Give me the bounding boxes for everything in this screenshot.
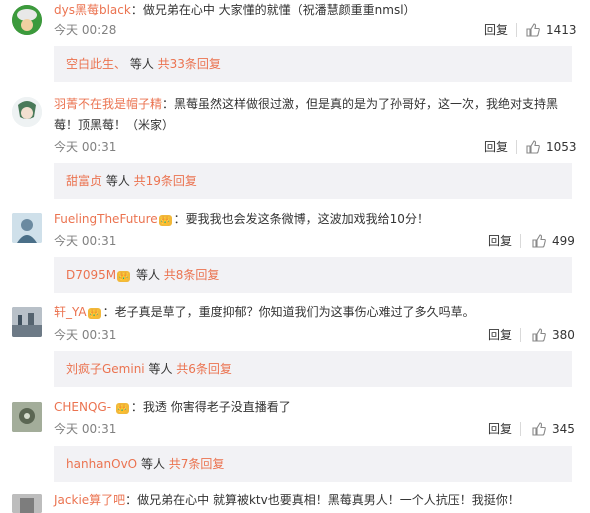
comment-body: ：做兄弟在心中 大家懂的就懂（祝潘慧颜重重nmsl） bbox=[130, 3, 416, 17]
replies-bar[interactable]: D7095M 👑 等人 共8条回复 bbox=[54, 257, 572, 293]
reply-count[interactable]: 共8条回复 bbox=[164, 268, 220, 282]
reply-count[interactable]: 共7条回复 bbox=[169, 457, 225, 471]
avatar[interactable] bbox=[12, 5, 42, 35]
divider bbox=[516, 23, 517, 37]
reply-user[interactable]: 刘疯子Gemini bbox=[66, 362, 145, 376]
member-crown-icon: 👑 bbox=[158, 215, 172, 226]
reply-count[interactable]: 共6条回复 bbox=[176, 362, 232, 376]
comment-text: 羽菁不在我是帽子精：黑莓虽然这样做很过激，但是真的是为了孙哥好，这一次，我绝对支… bbox=[54, 94, 576, 136]
like-button[interactable]: 1413 bbox=[526, 22, 586, 38]
like-button[interactable]: 1053 bbox=[526, 139, 586, 155]
comment-body: ：要我我也会发这条微博，这波加戏我给10分！ bbox=[173, 212, 429, 226]
avatar[interactable] bbox=[12, 402, 42, 432]
reply-button[interactable]: 回复 bbox=[484, 22, 508, 38]
like-count: 1413 bbox=[546, 23, 577, 37]
comment-body-line2: 莓！顶黑莓！（米家） bbox=[54, 118, 175, 132]
comment-body: ：黑莓虽然这样做很过激，但是真的是为了孙哥好，这一次，我绝对支持黑 bbox=[162, 97, 559, 111]
reply-button[interactable]: 回复 bbox=[488, 421, 512, 437]
comment-text: Jackie算了吧：做兄弟在心中 就算被ktv也要真相！黑莓真男人！一个人抗压！… bbox=[54, 490, 576, 511]
avatar[interactable] bbox=[12, 494, 42, 513]
reply-count[interactable]: 共19条回复 bbox=[134, 174, 197, 188]
reply-button[interactable]: 回复 bbox=[484, 139, 508, 155]
comment-username[interactable]: 羽菁不在我是帽子精 bbox=[54, 97, 162, 111]
comment-time: 今天 00:28 bbox=[54, 23, 117, 37]
like-button[interactable]: 345 bbox=[532, 421, 586, 437]
reply-user[interactable]: 空白此生、 bbox=[66, 57, 126, 71]
comment-time: 今天 00:31 bbox=[54, 328, 117, 342]
replies-bar[interactable]: 甜富贞 等人 共19条回复 bbox=[54, 163, 572, 199]
like-count: 1053 bbox=[546, 140, 577, 154]
comment-text: CHENQG- 👑 ：我透 你害得老子没直播看了 bbox=[54, 397, 576, 418]
comment-text: 轩_YA 👑 ：老子真是草了，重度抑郁？你知道我们为这事伤心难过了多久吗草。 bbox=[54, 302, 576, 323]
thumbs-up-icon bbox=[532, 234, 546, 248]
comment-username[interactable]: FuelingTheFuture bbox=[54, 212, 158, 226]
member-crown-icon: 👑 bbox=[115, 403, 129, 414]
reply-mid: 等人 bbox=[137, 457, 169, 471]
comment-username[interactable]: Jackie算了吧 bbox=[54, 493, 125, 507]
like-count: 380 bbox=[552, 328, 575, 342]
reply-mid: 等人 bbox=[102, 174, 134, 188]
like-count: 499 bbox=[552, 234, 575, 248]
comment-username[interactable]: dys黑莓black bbox=[54, 3, 131, 17]
comment-time: 今天 00:31 bbox=[54, 140, 117, 154]
comment-text: dys黑莓black：做兄弟在心中 大家懂的就懂（祝潘慧颜重重nmsl） bbox=[54, 0, 576, 21]
reply-button[interactable]: 回复 bbox=[488, 233, 512, 249]
replies-bar[interactable]: 空白此生、 等人 共33条回复 bbox=[54, 46, 572, 82]
member-crown-icon: 👑 bbox=[87, 308, 101, 319]
divider bbox=[516, 140, 517, 154]
reply-user[interactable]: D7095M bbox=[66, 268, 116, 282]
comment-text: FuelingTheFuture 👑 ：要我我也会发这条微博，这波加戏我给10分！ bbox=[54, 209, 576, 230]
member-crown-icon: 👑 bbox=[117, 271, 131, 282]
reply-mid: 等人 bbox=[126, 57, 158, 71]
reply-user[interactable]: 甜富贞 bbox=[66, 174, 102, 188]
comment-username[interactable]: CHENQG- bbox=[54, 400, 111, 414]
thumbs-up-icon bbox=[526, 23, 540, 37]
replies-bar[interactable]: hanhanOvO 等人 共7条回复 bbox=[54, 446, 572, 482]
comment-time: 今天 00:31 bbox=[54, 234, 117, 248]
avatar[interactable] bbox=[12, 213, 42, 243]
reply-mid: 等人 bbox=[144, 362, 177, 376]
avatar[interactable] bbox=[12, 307, 42, 337]
thumbs-up-icon bbox=[532, 328, 546, 342]
divider bbox=[520, 422, 521, 436]
reply-user[interactable]: hanhanOvO bbox=[66, 457, 137, 471]
reply-mid: 等人 bbox=[132, 268, 164, 282]
comment-body: ：我透 你害得老子没直播看了 bbox=[130, 400, 291, 414]
like-button[interactable]: 499 bbox=[532, 233, 586, 249]
replies-bar[interactable]: 刘疯子Gemini 等人 共6条回复 bbox=[54, 351, 572, 387]
reply-button[interactable]: 回复 bbox=[488, 327, 512, 343]
comment-body: ：做兄弟在心中 就算被ktv也要真相！黑莓真男人！一个人抗压！我挺你！ bbox=[125, 493, 520, 507]
divider bbox=[520, 234, 521, 248]
thumbs-up-icon bbox=[526, 140, 540, 154]
comment-body: ：老子真是草了，重度抑郁？你知道我们为这事伤心难过了多久吗草。 bbox=[102, 305, 475, 319]
thumbs-up-icon bbox=[532, 422, 546, 436]
avatar[interactable] bbox=[12, 97, 42, 127]
like-count: 345 bbox=[552, 422, 575, 436]
comment-time: 今天 00:31 bbox=[54, 422, 117, 436]
like-button[interactable]: 380 bbox=[532, 327, 586, 343]
divider bbox=[520, 328, 521, 342]
reply-count[interactable]: 共33条回复 bbox=[158, 57, 221, 71]
comment-username[interactable]: 轩_YA bbox=[54, 305, 87, 319]
